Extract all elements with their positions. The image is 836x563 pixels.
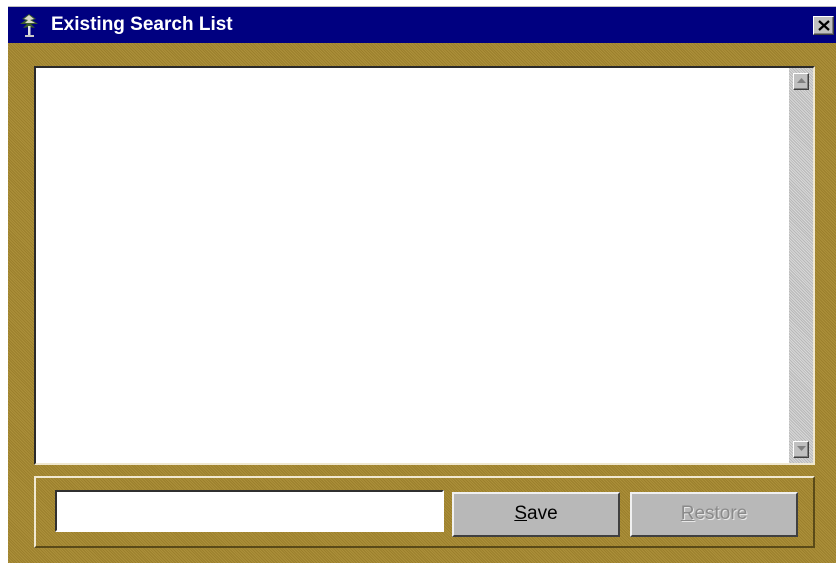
- title-bar[interactable]: Existing Search List: [8, 6, 836, 43]
- vertical-scrollbar[interactable]: [789, 68, 813, 463]
- scroll-up-button[interactable]: [793, 73, 809, 90]
- dialog-client-area: Save Restore: [8, 43, 836, 563]
- existing-search-list-window: Existing Search List Save Restore: [0, 0, 836, 563]
- save-mnemonic: S: [514, 503, 528, 524]
- restore-button[interactable]: Restore: [630, 492, 798, 537]
- save-button[interactable]: Save: [452, 492, 620, 537]
- search-name-input[interactable]: [55, 490, 444, 532]
- restore-mnemonic: R: [680, 503, 695, 524]
- tree-icon: [18, 13, 40, 38]
- window-title: Existing Search List: [51, 14, 233, 35]
- save-label-rest: ave: [527, 503, 558, 524]
- restore-label-rest: estore: [694, 503, 748, 524]
- scroll-down-button[interactable]: [793, 441, 809, 458]
- close-button[interactable]: [813, 16, 834, 35]
- search-list-box[interactable]: [34, 66, 815, 465]
- save-restore-group: Save Restore: [34, 476, 815, 548]
